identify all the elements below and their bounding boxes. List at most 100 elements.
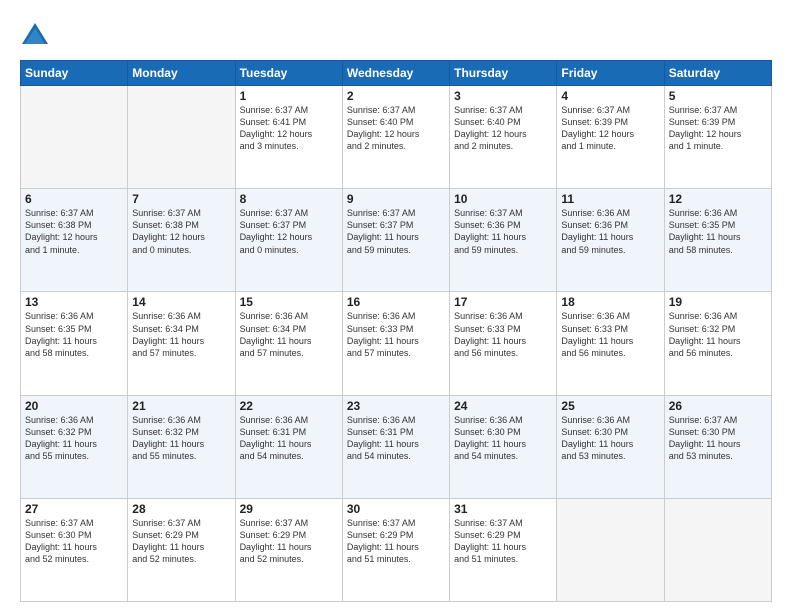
day-number: 13 [25, 295, 123, 309]
day-info: Sunrise: 6:37 AM Sunset: 6:37 PM Dayligh… [347, 207, 445, 256]
day-number: 7 [132, 192, 230, 206]
day-number: 5 [669, 89, 767, 103]
day-number: 26 [669, 399, 767, 413]
day-info: Sunrise: 6:37 AM Sunset: 6:38 PM Dayligh… [132, 207, 230, 256]
day-number: 10 [454, 192, 552, 206]
day-info: Sunrise: 6:36 AM Sunset: 6:34 PM Dayligh… [240, 310, 338, 359]
calendar-cell: 22Sunrise: 6:36 AM Sunset: 6:31 PM Dayli… [235, 395, 342, 498]
day-number: 20 [25, 399, 123, 413]
calendar-header-sunday: Sunday [21, 61, 128, 86]
day-number: 18 [561, 295, 659, 309]
calendar-cell: 1Sunrise: 6:37 AM Sunset: 6:41 PM Daylig… [235, 86, 342, 189]
day-number: 2 [347, 89, 445, 103]
day-number: 9 [347, 192, 445, 206]
day-info: Sunrise: 6:36 AM Sunset: 6:33 PM Dayligh… [347, 310, 445, 359]
calendar-cell [128, 86, 235, 189]
day-number: 11 [561, 192, 659, 206]
day-info: Sunrise: 6:36 AM Sunset: 6:32 PM Dayligh… [25, 414, 123, 463]
calendar-cell: 25Sunrise: 6:36 AM Sunset: 6:30 PM Dayli… [557, 395, 664, 498]
calendar-cell: 20Sunrise: 6:36 AM Sunset: 6:32 PM Dayli… [21, 395, 128, 498]
calendar-cell: 18Sunrise: 6:36 AM Sunset: 6:33 PM Dayli… [557, 292, 664, 395]
day-info: Sunrise: 6:37 AM Sunset: 6:40 PM Dayligh… [347, 104, 445, 153]
day-number: 16 [347, 295, 445, 309]
day-info: Sunrise: 6:37 AM Sunset: 6:39 PM Dayligh… [669, 104, 767, 153]
calendar-week-row: 27Sunrise: 6:37 AM Sunset: 6:30 PM Dayli… [21, 498, 772, 601]
calendar-cell: 11Sunrise: 6:36 AM Sunset: 6:36 PM Dayli… [557, 189, 664, 292]
calendar-cell: 21Sunrise: 6:36 AM Sunset: 6:32 PM Dayli… [128, 395, 235, 498]
day-info: Sunrise: 6:37 AM Sunset: 6:40 PM Dayligh… [454, 104, 552, 153]
day-info: Sunrise: 6:36 AM Sunset: 6:34 PM Dayligh… [132, 310, 230, 359]
calendar-header-saturday: Saturday [664, 61, 771, 86]
calendar-header-thursday: Thursday [450, 61, 557, 86]
day-info: Sunrise: 6:37 AM Sunset: 6:29 PM Dayligh… [132, 517, 230, 566]
day-info: Sunrise: 6:36 AM Sunset: 6:32 PM Dayligh… [669, 310, 767, 359]
day-number: 3 [454, 89, 552, 103]
calendar-cell: 17Sunrise: 6:36 AM Sunset: 6:33 PM Dayli… [450, 292, 557, 395]
calendar-cell: 8Sunrise: 6:37 AM Sunset: 6:37 PM Daylig… [235, 189, 342, 292]
calendar-cell: 7Sunrise: 6:37 AM Sunset: 6:38 PM Daylig… [128, 189, 235, 292]
day-info: Sunrise: 6:36 AM Sunset: 6:36 PM Dayligh… [561, 207, 659, 256]
calendar: SundayMondayTuesdayWednesdayThursdayFrid… [20, 60, 772, 602]
day-number: 28 [132, 502, 230, 516]
day-number: 19 [669, 295, 767, 309]
calendar-cell [664, 498, 771, 601]
calendar-cell: 19Sunrise: 6:36 AM Sunset: 6:32 PM Dayli… [664, 292, 771, 395]
calendar-header-row: SundayMondayTuesdayWednesdayThursdayFrid… [21, 61, 772, 86]
day-number: 24 [454, 399, 552, 413]
day-number: 12 [669, 192, 767, 206]
calendar-cell: 27Sunrise: 6:37 AM Sunset: 6:30 PM Dayli… [21, 498, 128, 601]
day-number: 21 [132, 399, 230, 413]
day-info: Sunrise: 6:37 AM Sunset: 6:30 PM Dayligh… [25, 517, 123, 566]
day-number: 8 [240, 192, 338, 206]
day-number: 31 [454, 502, 552, 516]
day-info: Sunrise: 6:37 AM Sunset: 6:39 PM Dayligh… [561, 104, 659, 153]
day-number: 14 [132, 295, 230, 309]
day-info: Sunrise: 6:37 AM Sunset: 6:29 PM Dayligh… [454, 517, 552, 566]
day-number: 23 [347, 399, 445, 413]
calendar-header-friday: Friday [557, 61, 664, 86]
calendar-week-row: 20Sunrise: 6:36 AM Sunset: 6:32 PM Dayli… [21, 395, 772, 498]
day-info: Sunrise: 6:37 AM Sunset: 6:36 PM Dayligh… [454, 207, 552, 256]
day-number: 4 [561, 89, 659, 103]
calendar-week-row: 1Sunrise: 6:37 AM Sunset: 6:41 PM Daylig… [21, 86, 772, 189]
day-info: Sunrise: 6:36 AM Sunset: 6:35 PM Dayligh… [669, 207, 767, 256]
calendar-cell: 28Sunrise: 6:37 AM Sunset: 6:29 PM Dayli… [128, 498, 235, 601]
calendar-cell: 26Sunrise: 6:37 AM Sunset: 6:30 PM Dayli… [664, 395, 771, 498]
calendar-cell: 12Sunrise: 6:36 AM Sunset: 6:35 PM Dayli… [664, 189, 771, 292]
calendar-cell: 4Sunrise: 6:37 AM Sunset: 6:39 PM Daylig… [557, 86, 664, 189]
calendar-header-monday: Monday [128, 61, 235, 86]
calendar-header-tuesday: Tuesday [235, 61, 342, 86]
calendar-week-row: 13Sunrise: 6:36 AM Sunset: 6:35 PM Dayli… [21, 292, 772, 395]
day-number: 15 [240, 295, 338, 309]
day-info: Sunrise: 6:36 AM Sunset: 6:31 PM Dayligh… [240, 414, 338, 463]
calendar-cell: 5Sunrise: 6:37 AM Sunset: 6:39 PM Daylig… [664, 86, 771, 189]
day-info: Sunrise: 6:36 AM Sunset: 6:32 PM Dayligh… [132, 414, 230, 463]
calendar-cell: 30Sunrise: 6:37 AM Sunset: 6:29 PM Dayli… [342, 498, 449, 601]
logo [20, 20, 54, 50]
day-info: Sunrise: 6:37 AM Sunset: 6:38 PM Dayligh… [25, 207, 123, 256]
day-number: 30 [347, 502, 445, 516]
calendar-cell: 29Sunrise: 6:37 AM Sunset: 6:29 PM Dayli… [235, 498, 342, 601]
calendar-cell: 13Sunrise: 6:36 AM Sunset: 6:35 PM Dayli… [21, 292, 128, 395]
day-number: 1 [240, 89, 338, 103]
calendar-cell: 23Sunrise: 6:36 AM Sunset: 6:31 PM Dayli… [342, 395, 449, 498]
day-number: 6 [25, 192, 123, 206]
calendar-header-wednesday: Wednesday [342, 61, 449, 86]
day-info: Sunrise: 6:37 AM Sunset: 6:41 PM Dayligh… [240, 104, 338, 153]
calendar-cell [557, 498, 664, 601]
day-info: Sunrise: 6:36 AM Sunset: 6:33 PM Dayligh… [561, 310, 659, 359]
day-info: Sunrise: 6:36 AM Sunset: 6:33 PM Dayligh… [454, 310, 552, 359]
calendar-cell: 10Sunrise: 6:37 AM Sunset: 6:36 PM Dayli… [450, 189, 557, 292]
calendar-cell: 14Sunrise: 6:36 AM Sunset: 6:34 PM Dayli… [128, 292, 235, 395]
calendar-week-row: 6Sunrise: 6:37 AM Sunset: 6:38 PM Daylig… [21, 189, 772, 292]
calendar-cell: 9Sunrise: 6:37 AM Sunset: 6:37 PM Daylig… [342, 189, 449, 292]
calendar-cell: 2Sunrise: 6:37 AM Sunset: 6:40 PM Daylig… [342, 86, 449, 189]
calendar-cell: 3Sunrise: 6:37 AM Sunset: 6:40 PM Daylig… [450, 86, 557, 189]
day-number: 17 [454, 295, 552, 309]
day-info: Sunrise: 6:37 AM Sunset: 6:29 PM Dayligh… [240, 517, 338, 566]
day-info: Sunrise: 6:37 AM Sunset: 6:29 PM Dayligh… [347, 517, 445, 566]
calendar-cell: 31Sunrise: 6:37 AM Sunset: 6:29 PM Dayli… [450, 498, 557, 601]
calendar-cell: 6Sunrise: 6:37 AM Sunset: 6:38 PM Daylig… [21, 189, 128, 292]
calendar-cell: 15Sunrise: 6:36 AM Sunset: 6:34 PM Dayli… [235, 292, 342, 395]
day-info: Sunrise: 6:36 AM Sunset: 6:31 PM Dayligh… [347, 414, 445, 463]
